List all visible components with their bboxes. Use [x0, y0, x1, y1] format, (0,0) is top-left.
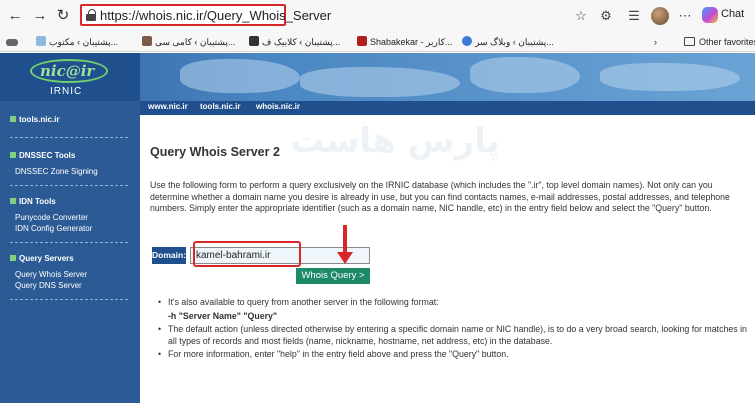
bullet-icon — [10, 198, 16, 204]
sidebar-item-query-whois-server[interactable]: Query Whois Server — [15, 270, 87, 279]
forward-icon[interactable]: → — [30, 6, 50, 26]
sidebar-heading-dnssec: DNSSEC Tools — [10, 151, 75, 160]
chat-label[interactable]: Chat — [721, 8, 744, 20]
bullet-icon — [10, 255, 16, 261]
web-page: nic@ir IRNIC www.nic.ir tools.nic.ir who… — [0, 53, 755, 403]
notes-list: It's also available to query from anothe… — [158, 297, 748, 363]
favorite-star-icon[interactable]: ☆ — [572, 7, 590, 25]
note-item: For more information, enter "help" in th… — [158, 349, 748, 361]
sidebar-item-punycode-converter[interactable]: Punycode Converter — [15, 213, 88, 222]
divider — [10, 299, 128, 300]
bookmark-item[interactable]: پشتیبان › وبلاگ سر... — [462, 35, 554, 49]
browser-toolbar: ← → ↻ https://whois.nic.ir/Query_Whois_S… — [0, 0, 755, 32]
tab-view-icon[interactable] — [6, 35, 21, 49]
favorites-list-icon[interactable]: ☰ — [625, 7, 643, 25]
bullet-icon — [10, 152, 16, 158]
annotation-arrow-icon — [343, 225, 347, 253]
profile-avatar[interactable] — [651, 7, 669, 25]
sidebar-item-idn-config-generator[interactable]: IDN Config Generator — [15, 224, 92, 233]
divider — [10, 242, 128, 243]
domain-label: Domain: — [152, 247, 186, 264]
note-item: It's also available to query from anothe… — [158, 297, 748, 309]
sidebar-heading-idn: IDN Tools — [10, 197, 56, 206]
back-icon[interactable]: ← — [5, 6, 25, 26]
whois-query-button[interactable]: Whois Query > — [296, 268, 370, 284]
sidebar-item-tools[interactable]: tools.nic.ir — [10, 115, 59, 124]
bullet-icon — [10, 116, 16, 122]
note-command: -h "Server Name" "Query" — [168, 310, 278, 321]
address-bar[interactable]: https://whois.nic.ir/Query_Whois_Server — [80, 4, 331, 26]
nav-link-www[interactable]: www.nic.ir — [148, 102, 188, 111]
bookmark-item[interactable]: Shabakekar - کاربر... — [357, 35, 452, 49]
nav-link-whois[interactable]: whois.nic.ir — [256, 102, 300, 111]
folder-icon — [684, 37, 695, 46]
nav-link-tools[interactable]: tools.nic.ir — [200, 102, 240, 111]
note-item: The default action (unless directed othe… — [158, 324, 748, 347]
watermark: پارس هاست — [290, 121, 500, 161]
extensions-icon[interactable]: ⚙ — [597, 7, 615, 25]
sidebar-heading-query-servers: Query Servers — [10, 254, 74, 263]
bookmarks-more-icon[interactable]: › — [654, 35, 657, 49]
logo-text: nic@ir — [40, 62, 95, 80]
annotation-arrowhead-icon — [337, 252, 353, 264]
irnic-logo[interactable]: nic@ir IRNIC — [0, 53, 140, 101]
sidebar: tools.nic.ir DNSSEC Tools DNSSEC Zone Si… — [0, 101, 140, 403]
sidebar-item-query-dns-server[interactable]: Query DNS Server — [15, 281, 82, 290]
url-text[interactable]: https://whois.nic.ir/Query_Whois_Server — [100, 8, 331, 23]
copilot-icon[interactable] — [702, 7, 718, 23]
divider — [10, 185, 128, 186]
refresh-icon[interactable]: ↻ — [53, 6, 73, 26]
intro-paragraph: Use the following form to perform a quer… — [150, 180, 730, 213]
top-navigation: www.nic.ir tools.nic.ir whois.nic.ir — [140, 101, 755, 115]
logo-subtitle: IRNIC — [50, 86, 83, 97]
site-banner: nic@ir IRNIC — [0, 53, 755, 101]
lock-icon[interactable] — [86, 9, 96, 21]
page-title: Query Whois Server 2 — [150, 145, 280, 159]
bookmark-item[interactable]: پشتیبان › مکتوب... — [36, 35, 118, 49]
sidebar-item-dnssec-zone-signing[interactable]: DNSSEC Zone Signing — [15, 167, 98, 176]
more-menu-icon[interactable]: ⋯ — [676, 7, 694, 25]
other-favorites[interactable]: Other favorites — [684, 35, 755, 49]
bookmark-item[interactable]: پشتیبان › کامی سی... — [142, 35, 235, 49]
divider — [10, 137, 128, 138]
bookmark-item[interactable]: پشتیبان › کلابیک ف... — [249, 35, 340, 49]
bookmarks-bar: پشتیبان › مکتوب... پشتیبان › کامی سی... … — [0, 32, 755, 52]
